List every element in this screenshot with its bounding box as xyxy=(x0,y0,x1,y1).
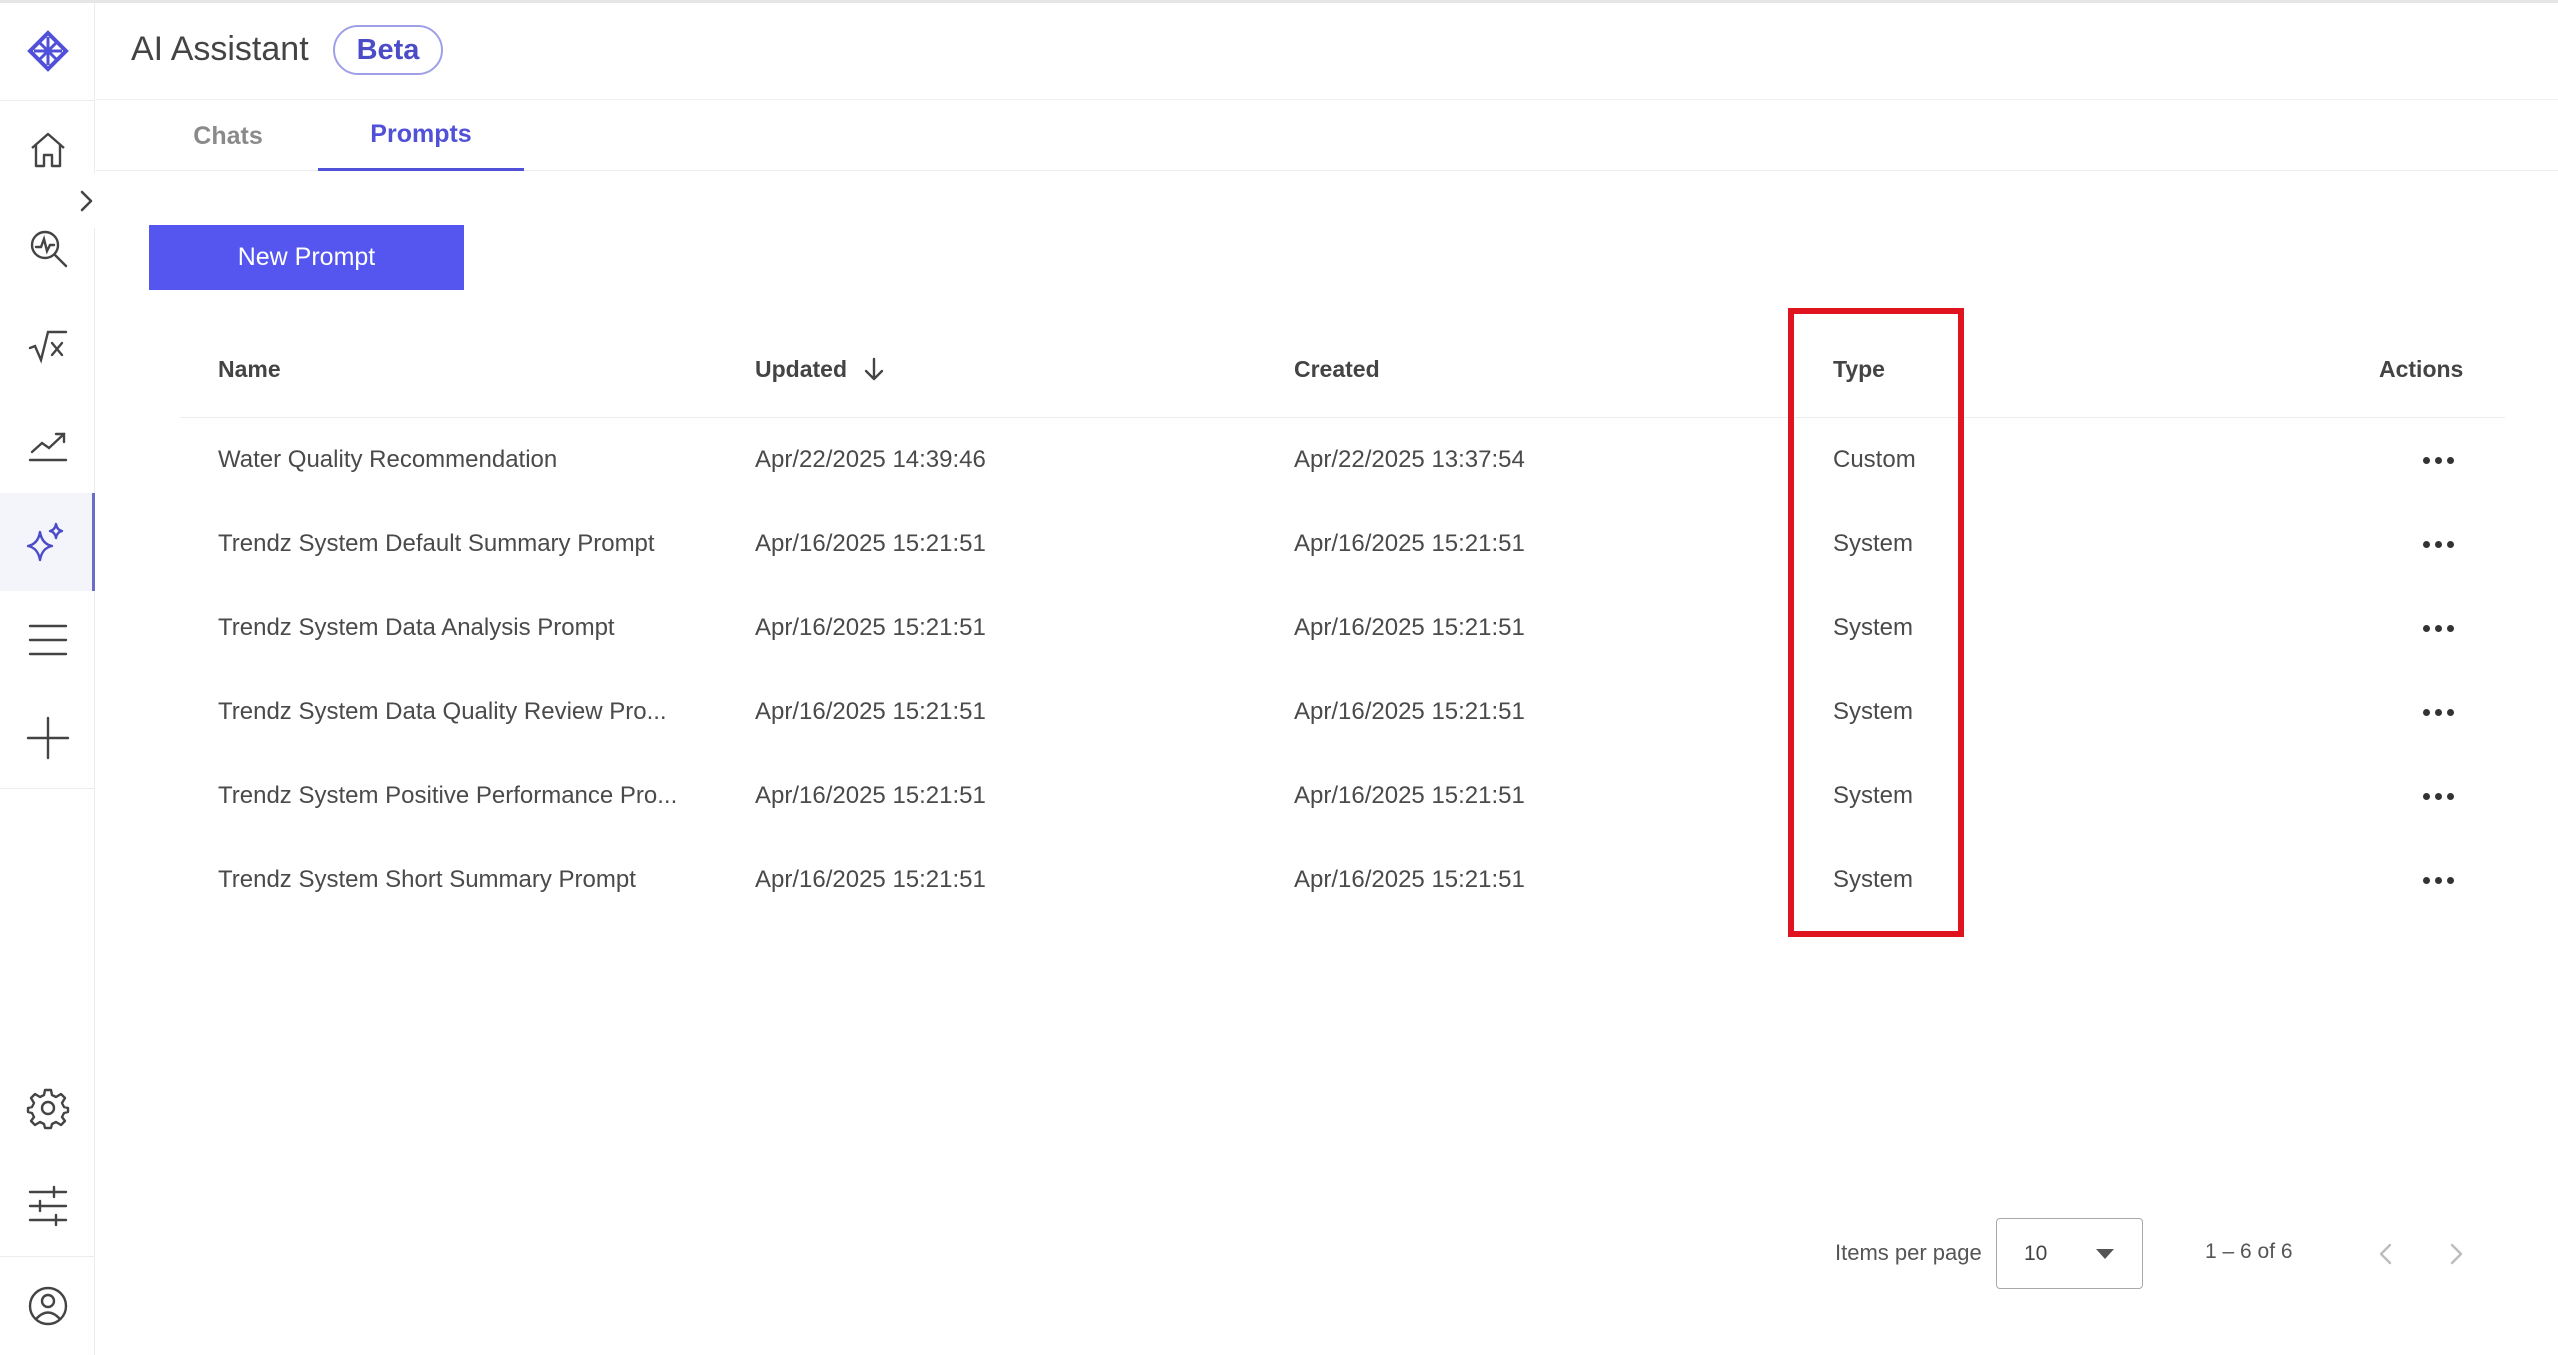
table-row[interactable]: Water Quality Recommendation Apr/22/2025 … xyxy=(180,418,2505,502)
row-actions-button[interactable] xyxy=(2398,838,2478,922)
more-horizontal-icon xyxy=(2422,792,2454,800)
trend-chart-icon[interactable] xyxy=(0,395,95,493)
cell-updated: Apr/16/2025 15:21:51 xyxy=(755,614,986,641)
plus-icon[interactable] xyxy=(0,689,95,787)
table-row[interactable]: Trendz System Short Summary Prompt Apr/16… xyxy=(180,838,2505,922)
logo-icon[interactable] xyxy=(0,3,95,99)
dropdown-caret-icon xyxy=(2096,1249,2114,1259)
table-row[interactable]: Trendz System Data Quality Review Pro...… xyxy=(180,670,2505,754)
cell-created: Apr/16/2025 15:21:51 xyxy=(1294,782,1525,809)
sliders-icon[interactable] xyxy=(0,1157,95,1255)
cell-updated: Apr/16/2025 15:21:51 xyxy=(755,530,986,557)
sort-arrow-down-icon xyxy=(864,357,884,381)
column-header-created[interactable]: Created xyxy=(1294,320,1380,418)
table-row[interactable]: Trendz System Positive Performance Pro..… xyxy=(180,754,2505,838)
cell-created: Apr/16/2025 15:21:51 xyxy=(1294,614,1525,641)
more-horizontal-icon xyxy=(2422,456,2454,464)
cell-created: Apr/16/2025 15:21:51 xyxy=(1294,698,1525,725)
pagination-range: 1 – 6 of 6 xyxy=(2205,1240,2293,1263)
cell-name: Trendz System Default Summary Prompt xyxy=(218,530,655,557)
row-actions-button[interactable] xyxy=(2398,502,2478,586)
menu-icon[interactable] xyxy=(0,591,95,689)
cell-created: Apr/16/2025 15:21:51 xyxy=(1294,866,1525,893)
table-header: Name Updated Created Type Actions xyxy=(180,320,2505,418)
column-header-name[interactable]: Name xyxy=(218,320,281,418)
next-page-button[interactable] xyxy=(2434,1232,2478,1276)
chevron-right-icon xyxy=(80,190,93,212)
more-horizontal-icon xyxy=(2422,624,2454,632)
cell-updated: Apr/22/2025 14:39:46 xyxy=(755,446,986,473)
cell-type: Custom xyxy=(1833,446,1916,473)
table-row[interactable]: Trendz System Data Analysis Prompt Apr/16… xyxy=(180,586,2505,670)
chevron-right-icon xyxy=(2450,1243,2463,1265)
more-horizontal-icon xyxy=(2422,708,2454,716)
cell-name: Trendz System Short Summary Prompt xyxy=(218,866,636,893)
more-horizontal-icon xyxy=(2422,876,2454,884)
cell-type: System xyxy=(1833,782,1914,809)
sparkle-ai-icon[interactable] xyxy=(0,493,95,591)
row-actions-button[interactable] xyxy=(2398,586,2478,670)
cell-updated: Apr/16/2025 15:21:51 xyxy=(755,866,986,893)
row-actions-button[interactable] xyxy=(2398,754,2478,838)
cell-name: Trendz System Data Quality Review Pro... xyxy=(218,698,667,725)
row-actions-button[interactable] xyxy=(2398,418,2478,502)
items-per-page-label: Items per page xyxy=(1835,1240,1982,1265)
row-actions-button[interactable] xyxy=(2398,670,2478,754)
user-icon[interactable] xyxy=(0,1257,95,1355)
chevron-left-icon xyxy=(2379,1243,2392,1265)
column-header-actions: Actions xyxy=(2379,355,2464,382)
cell-name: Water Quality Recommendation xyxy=(218,446,558,473)
cell-name: Trendz System Data Analysis Prompt xyxy=(218,614,615,641)
gear-icon[interactable] xyxy=(0,1059,95,1157)
cell-type: System xyxy=(1833,866,1914,893)
cell-updated: Apr/16/2025 15:21:51 xyxy=(755,698,986,725)
cell-created: Apr/16/2025 15:21:51 xyxy=(1294,530,1525,557)
previous-page-button[interactable] xyxy=(2364,1232,2408,1276)
column-header-updated[interactable]: Updated xyxy=(755,320,887,418)
cell-updated: Apr/16/2025 15:21:51 xyxy=(755,782,986,809)
sidebar-expand-button[interactable] xyxy=(66,174,106,228)
sqrt-formula-icon[interactable] xyxy=(0,297,95,395)
table-row[interactable]: Trendz System Default Summary Prompt Apr/… xyxy=(180,502,2505,586)
cell-type: System xyxy=(1833,530,1914,557)
items-per-page-select[interactable]: 10 xyxy=(1996,1218,2143,1289)
cell-created: Apr/22/2025 13:37:54 xyxy=(1294,446,1525,473)
new-prompt-button[interactable]: New Prompt xyxy=(149,225,464,290)
tab-prompts[interactable]: Prompts xyxy=(318,101,524,171)
cell-type: System xyxy=(1833,614,1914,641)
page-title: AI Assistant xyxy=(131,30,309,68)
prompts-table: Name Updated Created Type Actions Water … xyxy=(180,320,2505,922)
tab-chats[interactable]: Chats xyxy=(158,101,298,171)
cell-type: System xyxy=(1833,698,1914,725)
beta-badge: Beta xyxy=(333,25,443,75)
column-header-type[interactable]: Type xyxy=(1833,320,1885,418)
tab-bar: Chats Prompts xyxy=(96,101,2558,171)
app-header: AI Assistant Beta xyxy=(96,3,2558,100)
items-per-page-value: 10 xyxy=(2024,1241,2048,1265)
cell-name: Trendz System Positive Performance Pro..… xyxy=(218,782,678,809)
more-horizontal-icon xyxy=(2422,540,2454,548)
